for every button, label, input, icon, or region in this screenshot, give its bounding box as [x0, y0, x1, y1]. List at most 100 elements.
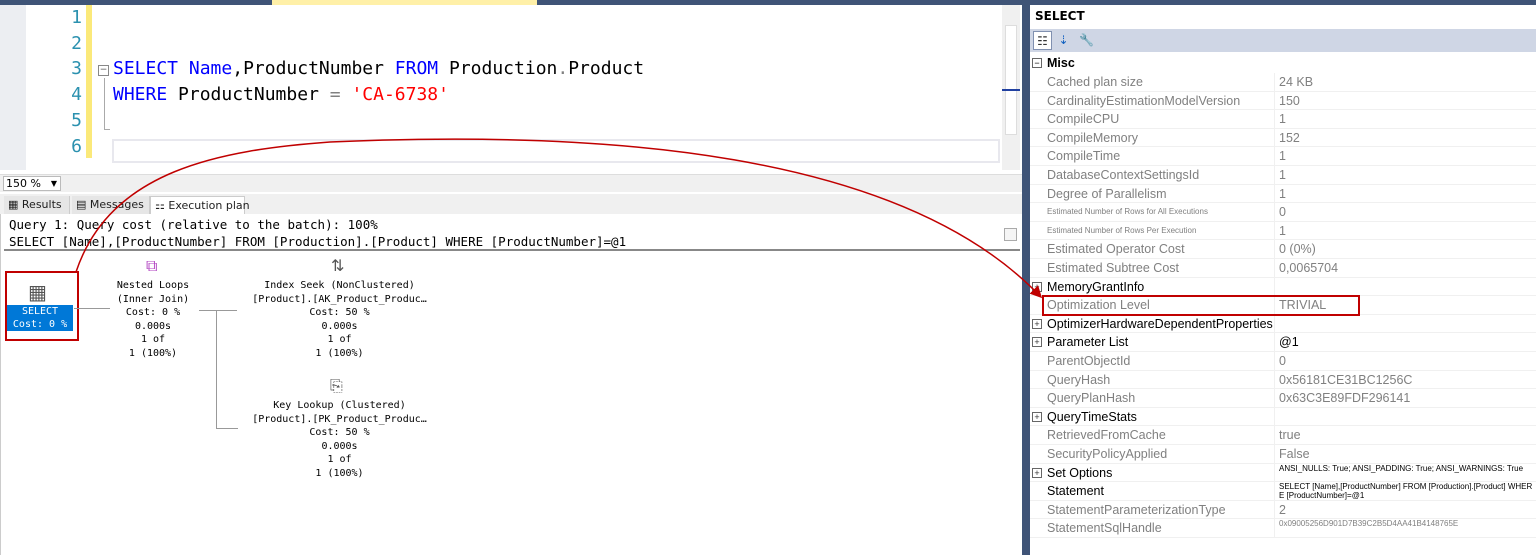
property-row[interactable]: StatementParameterizationType 2 [1030, 500, 1536, 520]
property-row[interactable]: + MemoryGrantInfo [1030, 277, 1536, 297]
property-row[interactable]: QueryHash 0x56181CE31BC1256C [1030, 370, 1536, 390]
index-seek-node[interactable]: Index Seek (NonClustered) [Product].[AK_P… [237, 279, 442, 360]
property-row[interactable]: + Set Options ANSI_NULLS: True; ANSI_PADDI… [1030, 463, 1536, 483]
node-sub: [Product].[AK_Product_Produc… [252, 293, 427, 305]
property-row[interactable]: QueryPlanHash 0x63C3E89FDF296141 [1030, 389, 1536, 408]
property-name: Statement [1047, 482, 1275, 501]
sql-editor[interactable]: 1 2 3 4 5 6 − SELECT Name,ProductNumber … [0, 5, 1002, 170]
property-row[interactable]: Estimated Number of Rows for All Executi… [1030, 203, 1536, 222]
property-value[interactable]: 0 (0%) [1279, 240, 1534, 258]
key-lookup-node[interactable]: Key Lookup (Clustered) [Product].[PK_Prod… [237, 399, 442, 480]
property-value[interactable]: 1 [1279, 222, 1534, 240]
expand-icon[interactable]: + [1032, 318, 1042, 329]
property-value[interactable]: 0x63C3E89FDF296141 [1279, 389, 1534, 407]
property-value[interactable] [1279, 315, 1534, 333]
tab-results[interactable]: ▦ Results [4, 196, 70, 214]
property-name: QueryPlanHash [1047, 389, 1275, 408]
property-value[interactable]: 0 [1279, 352, 1534, 370]
property-row[interactable]: RetrievedFromCache true [1030, 426, 1536, 445]
node-cost: Cost: 0 % [125, 307, 181, 318]
property-value[interactable]: 1 [1279, 166, 1534, 184]
property-row[interactable]: CardinalityEstimationModelVersion 150 [1030, 91, 1536, 111]
expand-icon[interactable]: + [1032, 281, 1042, 292]
property-value[interactable]: SELECT [Name],[ProductNumber] FROM [Prod… [1279, 482, 1534, 500]
category-misc[interactable]: − Misc [1030, 54, 1536, 72]
property-value[interactable]: 152 [1279, 129, 1534, 147]
property-row[interactable]: CompileCPU 1 [1030, 110, 1536, 129]
property-row[interactable]: SecurityPolicyApplied False [1030, 445, 1536, 464]
index-seek-icon[interactable]: ⇅ [331, 256, 344, 275]
fold-guide [104, 78, 110, 130]
node-name: SELECT [21, 306, 59, 317]
expand-icon[interactable]: + [1032, 411, 1042, 422]
expand-icon[interactable]: + [1032, 337, 1042, 348]
key-lookup-icon[interactable]: ⎘ [330, 376, 343, 396]
property-row[interactable]: Statement SELECT [Name],[ProductNumber] F… [1030, 482, 1536, 501]
pane-splitter[interactable] [1022, 0, 1030, 555]
tab-label: Execution plan [168, 199, 250, 212]
property-value[interactable]: 150 [1279, 92, 1534, 110]
nested-loops-icon[interactable]: ⧉ [146, 256, 157, 276]
property-value[interactable]: 1 [1279, 147, 1534, 165]
code-text: Product [568, 58, 645, 79]
property-value[interactable]: true [1279, 426, 1534, 444]
property-value[interactable]: ANSI_NULLS: True; ANSI_PADDING: True; AN… [1279, 464, 1534, 482]
tab-label: Messages [89, 198, 144, 211]
property-value[interactable]: 24 KB [1279, 73, 1534, 91]
line-number: 1 [71, 7, 82, 28]
property-value[interactable]: 0 [1279, 203, 1534, 221]
property-value[interactable]: 1 [1279, 110, 1534, 128]
categorized-icon[interactable]: ☷ [1033, 31, 1052, 50]
property-row[interactable]: + Parameter List @1 [1030, 333, 1536, 352]
line-number: 5 [71, 110, 82, 131]
properties-object-title[interactable]: SELECT [1035, 9, 1085, 23]
property-value[interactable]: 2 [1279, 501, 1534, 519]
property-name: StatementParameterizationType [1047, 500, 1275, 519]
property-row[interactable]: Degree of Parallelism 1 [1030, 184, 1536, 204]
property-row[interactable]: Cached plan size 24 KB [1030, 73, 1536, 92]
property-name: QueryTimeStats [1047, 407, 1275, 426]
property-value[interactable]: 1 [1279, 185, 1534, 203]
property-row[interactable]: Estimated Operator Cost 0 (0%) [1030, 240, 1536, 259]
property-row[interactable]: DatabaseContextSettingsId 1 [1030, 166, 1536, 185]
scroll-thumb[interactable] [1005, 25, 1017, 135]
property-name: DatabaseContextSettingsId [1047, 166, 1275, 184]
property-row[interactable]: ParentObjectId 0 [1030, 352, 1536, 371]
node-cost: Cost: 50 % [309, 427, 370, 438]
property-name: CardinalityEstimationModelVersion [1047, 91, 1275, 110]
nested-loops-node[interactable]: Nested Loops (Inner Join) Cost: 0 % 0.000s 1… [93, 279, 213, 360]
property-value[interactable] [1279, 278, 1534, 296]
sort-alphabetical-icon[interactable]: ⇣ [1054, 31, 1073, 50]
property-value[interactable]: @1 [1279, 333, 1534, 351]
property-row[interactable]: Estimated Subtree Cost 0,0065704 [1030, 259, 1536, 278]
property-row[interactable]: CompileTime 1 [1030, 147, 1536, 166]
property-value[interactable] [1279, 408, 1534, 426]
property-row[interactable]: Estimated Number of Rows Per Execution 1 [1030, 221, 1536, 241]
node-time: 0.000s [321, 320, 358, 332]
property-value[interactable]: 0x09005256D901D7B39C2B5D4AA41B4148765E [1279, 519, 1534, 537]
collapse-icon[interactable]: − [1032, 58, 1042, 68]
property-row[interactable]: StatementSqlHandle 0x09005256D901D7B39C2B… [1030, 519, 1536, 538]
line-number: 3 [71, 58, 82, 79]
select-node[interactable]: SELECT Cost: 0 % [7, 305, 73, 331]
property-name: OptimizerHardwareDependentProperties [1047, 314, 1275, 333]
property-row[interactable]: + QueryTimeStats [1030, 407, 1536, 427]
tab-messages[interactable]: ▤ Messages [72, 196, 150, 214]
expand-icon[interactable]: + [1032, 467, 1042, 478]
zoom-select[interactable]: 150 % ▼ [3, 176, 61, 191]
code-text: ProductNumber [167, 84, 330, 105]
property-value[interactable]: 0,0065704 [1279, 259, 1534, 277]
node-name: Index Seek (NonClustered) [264, 280, 415, 291]
property-value[interactable]: False [1279, 445, 1534, 463]
wrench-icon[interactable]: 🔧 [1077, 31, 1096, 50]
property-row[interactable]: + OptimizerHardwareDependentProperties [1030, 314, 1536, 334]
property-row[interactable]: CompileMemory 152 [1030, 128, 1536, 148]
property-name: RetrievedFromCache [1047, 426, 1275, 445]
tab-execution-plan[interactable]: ⚏ Execution plan [150, 196, 250, 214]
collapse-button[interactable] [1004, 228, 1017, 241]
property-value[interactable]: 0x56181CE31BC1256C [1279, 371, 1534, 389]
editor-scrollbar[interactable] [1002, 5, 1020, 170]
change-tracking-bar [86, 5, 92, 158]
collapse-icon[interactable]: − [98, 65, 109, 76]
node-rows: 1 (100%) [315, 467, 364, 479]
